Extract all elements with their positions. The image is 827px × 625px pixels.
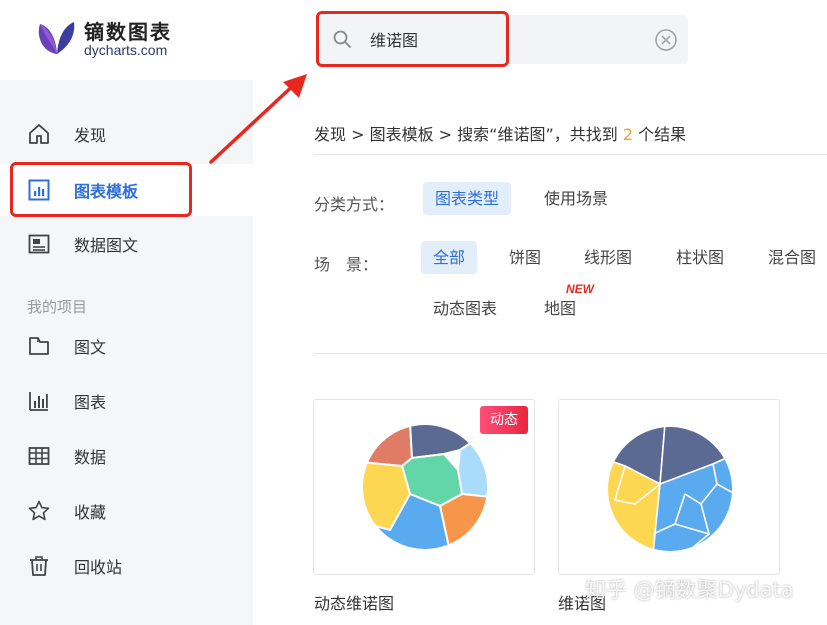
home-icon [29,124,49,144]
breadcrumb: 发现 > 图表模板 > 搜索“维诺图”，共找到 2 个结果 [314,121,686,145]
sidebar-item-trash[interactable]: 回收站 [0,540,253,592]
sidebar: 发现 图表模板 数据图文 我的项目 图文 图表 数据 收藏 回收站 [0,80,253,625]
sidebar-item-label: 数据图文 [74,236,139,255]
sidebar-item-data[interactable]: 数据 [0,430,253,482]
search-icon [333,30,351,48]
tab-chart-type[interactable]: 图表类型 [423,182,512,215]
breadcrumb-path[interactable]: 发现 > 图表模板 > 搜索“维诺图”，共找到 [314,125,623,144]
my-projects-heading: 我的项目 [27,298,88,316]
scene-label: 场 景： [314,255,379,274]
trash-icon [30,556,48,576]
butterfly-logo-icon [38,22,75,54]
filter-map[interactable]: 地图 [532,292,588,325]
divider [314,353,827,354]
filter-line[interactable]: 线形图 [572,241,644,274]
filter-bar[interactable]: 柱状图 [664,241,736,274]
article-icon [28,234,50,254]
sidebar-item-data-article[interactable]: 数据图文 [0,218,253,270]
header: 镝数图表 dycharts.com [0,0,827,80]
sidebar-item-label: 收藏 [74,503,107,522]
classify-label: 分类方式： [314,195,395,214]
result-card-voronoi[interactable] [558,399,780,575]
result-title-voronoi[interactable]: 维诺图 [558,590,606,614]
result-count: 2 [622,125,634,144]
sidebar-item-label: 回收站 [74,558,123,577]
breadcrumb-suffix: 个结果 [633,125,687,144]
search-input[interactable] [370,25,630,53]
bar-chart-icon [28,179,50,201]
sidebar-item-favorites[interactable]: 收藏 [0,485,253,537]
filter-mixed[interactable]: 混合图 [756,241,827,274]
logo[interactable]: 镝数图表 dycharts.com [36,14,196,62]
sidebar-item-discover[interactable]: 发现 [0,108,253,160]
star-icon [28,500,50,521]
sidebar-item-label: 图文 [74,338,107,357]
voronoi-thumbnail-icon [363,425,487,549]
clear-icon[interactable] [654,28,678,52]
filter-dynamic[interactable]: 动态图表 [421,292,509,325]
tab-usage-scene[interactable]: 使用场景 [532,182,620,215]
sidebar-item-label: 发现 [74,126,107,145]
search-bar [318,15,688,64]
filter-all[interactable]: 全部 [421,241,478,274]
sidebar-item-label: 数据 [74,448,107,467]
chart-icon [29,392,48,411]
logo-text: 镝数图表 [84,20,172,44]
dynamic-badge: 动态 [480,406,528,434]
result-card-dynamic-voronoi[interactable]: 动态 [313,399,535,575]
filter-pie[interactable]: 饼图 [497,241,553,274]
divider [314,154,827,155]
folder-icon [29,337,49,355]
result-title-dynamic-voronoi[interactable]: 动态维诺图 [314,590,394,614]
page: 镝数图表 dycharts.com 发现 [0,0,827,625]
table-icon [28,447,50,465]
sidebar-item-label: 图表 [74,393,107,412]
new-badge: NEW [566,282,594,296]
logo-domain: dycharts.com [84,42,168,58]
sidebar-item-chart-templates[interactable]: 图表模板 [0,164,253,216]
voronoi-thumbnail-icon [608,427,732,551]
sidebar-item-label: 图表模板 [74,182,139,201]
sidebar-item-charts[interactable]: 图表 [0,375,253,427]
watermark: 知乎 @镝数聚Dydata [585,578,794,602]
sidebar-item-graphic-text[interactable]: 图文 [0,320,253,372]
